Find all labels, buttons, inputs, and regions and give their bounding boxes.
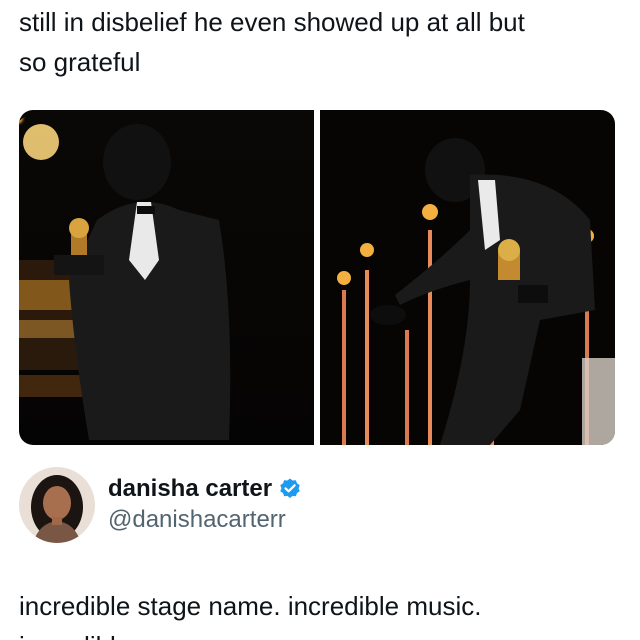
photo-bowing-with-trophy[interactable] bbox=[320, 110, 615, 445]
post-text: still in disbelief he even showed up at … bbox=[19, 2, 619, 82]
post-text-line-1: still in disbelief he even showed up at … bbox=[19, 7, 525, 37]
display-name-row: danisha carter bbox=[108, 474, 302, 504]
author-handle[interactable]: @danishacarterr bbox=[108, 504, 302, 536]
media-grid bbox=[19, 110, 615, 445]
display-name[interactable]: danisha carter bbox=[108, 474, 272, 504]
photo-holding-trophy[interactable] bbox=[19, 110, 314, 445]
reply-text-line-1: incredible stage name. incredible music. bbox=[19, 591, 482, 621]
post-text-line-2: so grateful bbox=[19, 47, 141, 77]
verified-badge-icon bbox=[278, 477, 302, 501]
author-row[interactable]: danisha carter @danishacarterr bbox=[19, 465, 302, 545]
reply-text-line-2: incredible aura. bbox=[19, 626, 629, 640]
avatar[interactable] bbox=[19, 467, 95, 543]
author-names: danisha carter @danishacarterr bbox=[108, 474, 302, 536]
reply-text: incredible stage name. incredible music.… bbox=[19, 586, 629, 640]
